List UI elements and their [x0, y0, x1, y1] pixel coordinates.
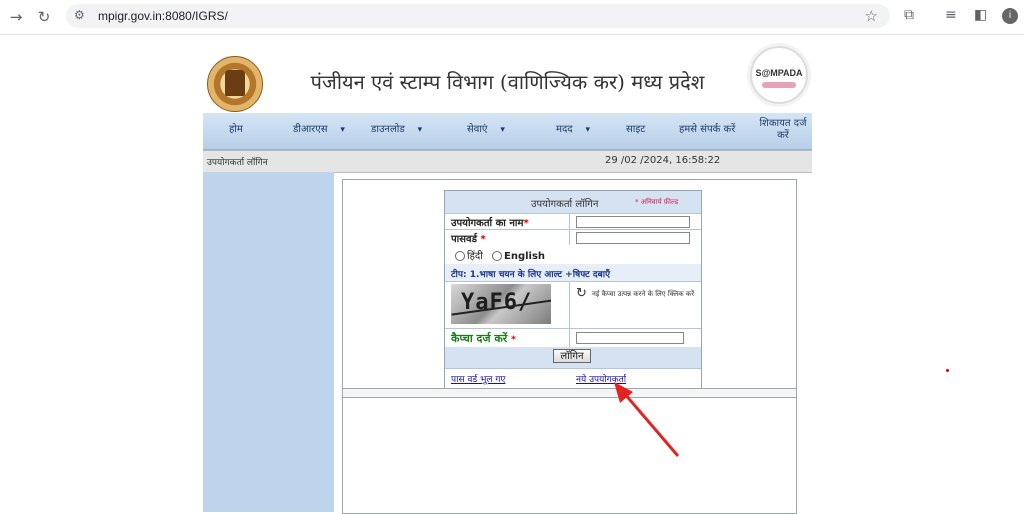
red-arrow-line [622, 392, 680, 457]
red-dot-marker [946, 369, 949, 372]
annotation-overlay [614, 382, 680, 457]
